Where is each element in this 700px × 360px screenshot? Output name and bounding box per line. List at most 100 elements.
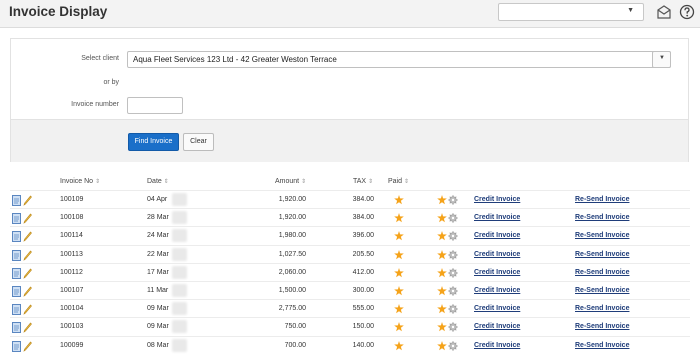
invoice-number: 100108 xyxy=(60,214,84,222)
credit-invoice-link[interactable]: Credit Invoice xyxy=(474,287,520,294)
gear-icon[interactable] xyxy=(448,231,458,242)
edit-pencil-icon[interactable] xyxy=(23,268,32,279)
invoice-tax: 140.00 xyxy=(352,341,374,349)
status-star-icon[interactable] xyxy=(437,322,447,332)
chevron-down-icon: ▼ xyxy=(627,7,634,14)
gear-icon[interactable] xyxy=(448,340,458,351)
view-document-icon[interactable] xyxy=(12,267,21,279)
mail-icon[interactable] xyxy=(656,4,672,20)
gear-icon[interactable] xyxy=(448,249,458,260)
edit-pencil-icon[interactable] xyxy=(23,322,32,334)
gear-icon[interactable] xyxy=(448,268,458,278)
invoice-number: 100107 xyxy=(60,287,84,294)
invoice-tax: 396.00 xyxy=(352,232,374,240)
invoice-amount: 1,500.00 xyxy=(278,287,306,294)
paid-status-icon xyxy=(394,267,404,278)
table-row: 100112 17 Mar 2,060.00 412.00 Credit Invoice… xyxy=(10,262,690,281)
credit-invoice-link[interactable]: Credit Invoice xyxy=(474,196,520,203)
column-header-paid[interactable]: Paid ⇕ xyxy=(388,178,409,185)
paid-status-icon xyxy=(394,322,404,332)
credit-invoice-link[interactable]: Credit Invoice xyxy=(474,269,520,276)
view-document-icon[interactable] xyxy=(12,249,21,261)
client-select-toggle[interactable]: ▼ xyxy=(652,51,671,68)
gear-icon[interactable] xyxy=(448,213,458,223)
help-icon[interactable] xyxy=(679,4,695,20)
client-select[interactable]: Aqua Fleet Services 123 Ltd - 42 Greater… xyxy=(127,51,671,68)
table-row: 100103 09 Mar 750.00 150.00 Credit Invoice Re… xyxy=(10,317,690,335)
edit-pencil-icon[interactable] xyxy=(23,341,32,352)
gear-icon[interactable] xyxy=(448,304,458,314)
invoice-date: 11 Mar xyxy=(147,287,169,294)
invoice-number-input[interactable] xyxy=(127,97,183,114)
view-document-icon[interactable] xyxy=(12,340,21,352)
status-star-icon[interactable] xyxy=(437,340,447,351)
view-document-icon[interactable] xyxy=(12,304,21,316)
status-star-icon[interactable] xyxy=(437,213,447,223)
status-star-icon[interactable] xyxy=(437,267,447,278)
status-star-icon[interactable] xyxy=(437,304,447,314)
resend-invoice-link[interactable]: Re-Send Invoice xyxy=(575,305,629,312)
credit-invoice-link[interactable]: Credit Invoice xyxy=(474,323,520,330)
edit-pencil-icon[interactable] xyxy=(23,195,32,206)
invoice-amount: 750.00 xyxy=(284,323,306,331)
table-row: 100107 11 Mar 1,500.00 300.00 Credit Invoice… xyxy=(10,281,690,299)
resend-invoice-link[interactable]: Re-Send Invoice xyxy=(575,214,629,221)
column-header-tax[interactable]: TAX ⇕ xyxy=(353,178,373,185)
view-document-icon[interactable] xyxy=(12,213,21,225)
invoice-date: 04 Apr xyxy=(147,196,168,203)
gear-icon[interactable] xyxy=(448,286,458,296)
invoice-amount: 2,775.00 xyxy=(278,305,306,313)
table-row: 100109 04 Apr 1,920.00 384.00 Credit Invoice… xyxy=(10,190,690,208)
invoice-number: 100103 xyxy=(60,323,84,331)
edit-pencil-icon[interactable] xyxy=(23,231,32,243)
invoice-number: 100112 xyxy=(60,268,83,276)
invoice-amount: 1,027.50 xyxy=(278,250,306,258)
edit-pencil-icon[interactable] xyxy=(23,250,32,261)
invoice-tax: 150.00 xyxy=(352,323,374,331)
status-star-icon[interactable] xyxy=(437,231,447,241)
edit-pencil-icon[interactable] xyxy=(23,286,32,297)
page-title: Invoice Display xyxy=(9,4,108,19)
view-document-icon[interactable] xyxy=(12,286,21,297)
credit-invoice-link[interactable]: Credit Invoice xyxy=(474,232,520,239)
edit-pencil-icon[interactable] xyxy=(23,213,32,224)
credit-invoice-link[interactable]: Credit Invoice xyxy=(474,251,520,258)
resend-invoice-link[interactable]: Re-Send Invoice xyxy=(575,287,629,294)
credit-invoice-link[interactable]: Credit Invoice xyxy=(474,305,520,312)
clear-button[interactable]: Clear xyxy=(183,133,214,151)
status-star-icon[interactable] xyxy=(437,286,447,296)
view-document-icon[interactable] xyxy=(12,231,21,243)
top-dropdown[interactable]: ▼ xyxy=(498,3,644,21)
credit-invoice-link[interactable]: Credit Invoice xyxy=(474,214,520,221)
resend-invoice-link[interactable]: Re-Send Invoice xyxy=(575,251,629,258)
invoice-date: 08 Mar xyxy=(147,341,169,349)
column-header-date[interactable]: Date ⇕ xyxy=(147,178,169,185)
view-document-icon[interactable] xyxy=(12,195,21,206)
invoice-amount: 700.00 xyxy=(284,341,306,349)
view-document-icon[interactable] xyxy=(12,322,21,334)
invoice-date: 09 Mar xyxy=(147,305,169,313)
chevron-down-icon: ▼ xyxy=(659,55,665,61)
resend-invoice-link[interactable]: Re-Send Invoice xyxy=(575,196,629,203)
resend-invoice-link[interactable]: Re-Send Invoice xyxy=(575,232,629,239)
table-row: 100108 28 Mar 1,920.00 384.00 Credit Invoice… xyxy=(10,208,690,226)
column-header-amount[interactable]: Amount ⇕ xyxy=(275,178,306,185)
find-invoice-button[interactable]: Find Invoice xyxy=(128,133,179,151)
status-star-icon[interactable] xyxy=(437,195,447,205)
paid-status-icon xyxy=(394,231,404,241)
invoice-number: 100113 xyxy=(60,250,83,258)
resend-invoice-link[interactable]: Re-Send Invoice xyxy=(575,269,629,276)
status-star-icon[interactable] xyxy=(437,249,447,260)
edit-pencil-icon[interactable] xyxy=(23,304,32,315)
invoice-number-label: Invoice number xyxy=(71,101,119,108)
invoice-date: 24 Mar xyxy=(147,232,169,240)
gear-icon[interactable] xyxy=(448,322,458,333)
column-header-invoice-no[interactable]: Invoice No ⇕ xyxy=(60,178,100,185)
gear-icon[interactable] xyxy=(448,195,458,205)
invoice-tax: 384.00 xyxy=(352,214,374,222)
credit-invoice-link[interactable]: Credit Invoice xyxy=(474,342,520,349)
resend-invoice-link[interactable]: Re-Send Invoice xyxy=(575,323,629,330)
invoice-date: 09 Mar xyxy=(147,323,169,331)
table-row: 100099 08 Mar 700.00 140.00 Credit Invoice Re… xyxy=(10,335,690,354)
resend-invoice-link[interactable]: Re-Send Invoice xyxy=(575,342,629,349)
